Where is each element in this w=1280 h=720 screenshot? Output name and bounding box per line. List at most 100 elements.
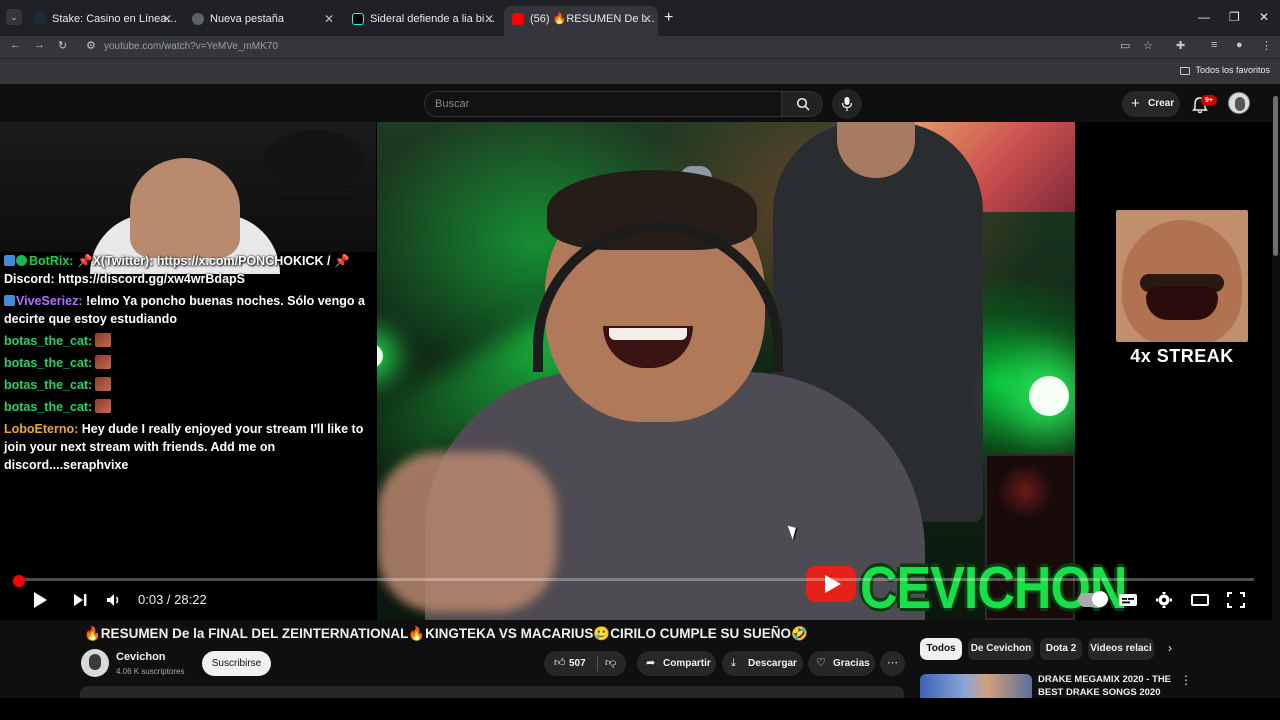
volume-icon[interactable] xyxy=(102,590,126,610)
channel-name[interactable]: Cevichon xyxy=(116,651,166,663)
streamer-glasses xyxy=(278,186,356,200)
cast-icon[interactable]: ▭ xyxy=(1120,39,1130,52)
account-avatar[interactable] xyxy=(1228,92,1250,114)
download-icon: ⤓ xyxy=(731,657,736,669)
chat-message: ViveSeriez: !elmo Ya poncho buenas noche… xyxy=(4,292,372,328)
browser-tab[interactable]: Nueva pestaña ✕ xyxy=(184,8,340,30)
kick-badge-icon xyxy=(4,295,15,306)
channel-watermark[interactable]: CEVICHON xyxy=(806,554,1127,620)
chip-all[interactable]: Todos xyxy=(920,638,962,660)
folder-icon xyxy=(1180,66,1191,75)
video-player[interactable]: BotRix: 📌X(Twitter): https://x.com/PONCH… xyxy=(0,122,1280,620)
play-icon[interactable] xyxy=(28,590,52,610)
forward-icon[interactable]: → xyxy=(34,39,45,51)
search-button[interactable] xyxy=(781,91,823,117)
streak-mouth xyxy=(1146,286,1218,320)
like-icon[interactable]: 👍︎ xyxy=(554,651,566,676)
youtube-favicon-icon xyxy=(512,13,524,26)
restore-icon[interactable]: ❐ xyxy=(1229,10,1240,24)
more-horizontal-icon: ⋯ xyxy=(887,657,898,669)
progress-scrubber[interactable] xyxy=(13,575,25,587)
media-control-icon[interactable]: ≡ xyxy=(1211,39,1217,51)
reload-icon[interactable]: ↻ xyxy=(58,39,67,52)
page-scrollbar-thumb[interactable] xyxy=(1273,96,1278,256)
close-window-icon[interactable]: ✕ xyxy=(1259,10,1269,24)
chat-username: botas_the_cat: xyxy=(4,378,93,392)
all-bookmarks-button[interactable]: Todos los favoritos xyxy=(1180,65,1270,75)
chat-username: botas_the_cat: xyxy=(4,400,93,414)
thanks-icon: ♡ xyxy=(816,657,826,669)
stage-light xyxy=(1029,376,1069,416)
progress-bar[interactable] xyxy=(18,578,1254,581)
bookmarks-bar: Todos los favoritos xyxy=(0,58,1280,84)
more-actions-button[interactable]: ⋯ xyxy=(880,651,905,676)
create-button[interactable]: + Crear xyxy=(1122,91,1180,117)
search-input[interactable] xyxy=(425,92,781,116)
like-count[interactable]: 507 xyxy=(569,651,586,676)
voice-search-button[interactable] xyxy=(832,89,862,119)
chat-username: botas_the_cat: xyxy=(4,334,93,348)
minimize-icon[interactable]: — xyxy=(1198,10,1210,24)
tab-close-icon[interactable]: ✕ xyxy=(162,8,172,30)
dislike-icon[interactable]: 👎︎ xyxy=(605,651,616,676)
chat-text: X(Twitter): https://x.com/PONCHOKICK / xyxy=(92,254,334,268)
browser-tab[interactable]: Stake: Casino en Línea y Apues ✕ xyxy=(26,8,178,30)
browser-tab[interactable]: Sideral defiende a lia biscotti d ✕ xyxy=(344,8,500,30)
pin-icon: 📌 xyxy=(333,254,350,268)
search-box xyxy=(424,91,782,117)
kick-badge-icon xyxy=(4,255,15,266)
tab-label: Nueva pestaña xyxy=(210,13,284,26)
webcam-overlay xyxy=(0,122,376,274)
tab-close-icon[interactable]: ✕ xyxy=(484,8,494,30)
thanks-button[interactable]: ♡ Gracias xyxy=(808,651,875,676)
back-icon[interactable]: ← xyxy=(10,39,21,51)
subtitles-icon[interactable] xyxy=(1116,590,1140,610)
bot-badge-icon xyxy=(16,255,27,266)
streak-label: 4x STREAK xyxy=(1130,346,1234,366)
chat-message: botas_the_cat: xyxy=(4,332,372,350)
youtube-header: + Crear xyxy=(0,84,1280,122)
theater-mode-icon[interactable] xyxy=(1188,590,1212,610)
like-divider xyxy=(597,656,598,671)
chip-dota-2[interactable]: Dota 2 xyxy=(1040,638,1082,660)
browser-menu-icon[interactable]: ⋮ xyxy=(1261,39,1272,52)
tab-search-icon[interactable]: ⌄ xyxy=(6,9,22,25)
chevron-right-icon[interactable]: › xyxy=(1168,641,1172,655)
autoplay-toggle[interactable] xyxy=(1078,591,1108,607)
more-vertical-icon[interactable]: ⋮ xyxy=(1180,673,1192,687)
channel-avatar[interactable] xyxy=(81,649,109,677)
notification-count-badge: 9+ xyxy=(1201,95,1217,106)
tab-close-icon[interactable]: ✕ xyxy=(642,6,652,32)
chat-overlay: BotRix: 📌X(Twitter): https://x.com/PONCH… xyxy=(0,252,376,478)
share-button[interactable]: ➦ Compartir xyxy=(637,651,716,676)
profile-icon[interactable]: ● xyxy=(1236,39,1243,51)
address-bar[interactable]: youtube.com/watch?v=YeMVe_mMK70 xyxy=(104,41,278,52)
browser-tab-active[interactable]: (56) 🔥RESUMEN De la FINAL D ✕ xyxy=(504,6,658,36)
site-info-icon[interactable]: ⚙ xyxy=(86,39,96,52)
extensions-icon[interactable]: ✚ xyxy=(1176,39,1185,52)
subscribe-button[interactable]: Suscribirse xyxy=(202,651,271,676)
chat-message: LoboEterno: Hey dude I really enjoyed yo… xyxy=(4,420,372,474)
recommended-video-title[interactable]: DRAKE MEGAMIX 2020 - THE BEST DRAKE SONG… xyxy=(1038,673,1178,699)
tab-close-icon[interactable]: ✕ xyxy=(324,8,334,30)
watermark-text: CEVICHON xyxy=(860,554,1127,620)
settings-gear-icon[interactable] xyxy=(1152,590,1176,610)
next-icon[interactable] xyxy=(68,590,92,610)
fullscreen-icon[interactable] xyxy=(1224,590,1248,610)
all-bookmarks-label: Todos los favoritos xyxy=(1195,65,1270,75)
new-tab-icon[interactable]: + xyxy=(664,8,673,28)
streamer-face xyxy=(130,130,364,258)
chip-from-channel[interactable]: De Cevichon xyxy=(968,638,1034,660)
thanks-label: Gracias xyxy=(833,658,870,669)
description-box[interactable] xyxy=(80,686,904,698)
teeth xyxy=(609,328,687,340)
streamer-hair xyxy=(264,130,364,190)
chrome-favicon-icon xyxy=(192,13,204,26)
recommended-video-thumbnail[interactable] xyxy=(920,674,1032,698)
chip-related[interactable]: Videos relaci xyxy=(1088,638,1154,660)
bookmark-star-icon[interactable]: ☆ xyxy=(1143,39,1153,52)
browser-tab-strip: ⌄ Stake: Casino en Línea y Apues ✕ Nueva… xyxy=(0,0,1280,36)
plus-icon: + xyxy=(1131,95,1140,112)
download-button[interactable]: ⤓ Descargar xyxy=(722,651,803,676)
emote-icon xyxy=(95,399,112,413)
